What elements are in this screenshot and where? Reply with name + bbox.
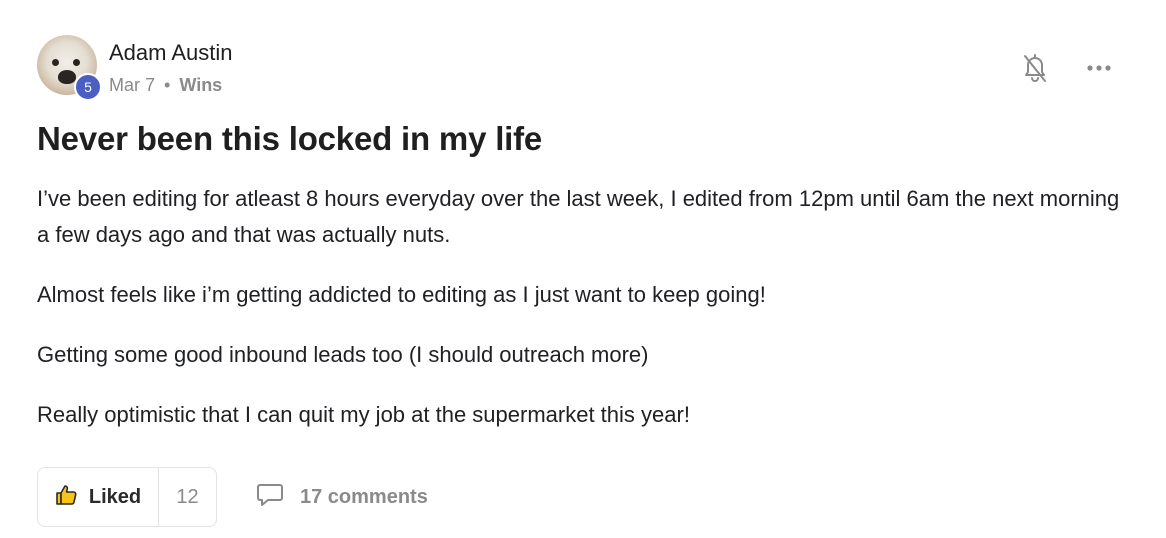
post-paragraph: Really optimistic that I can quit my job… [37,402,690,427]
post-date: Mar 7 [109,75,156,95]
post-title: Never been this locked in my life [37,120,543,157]
bell-off-icon[interactable] [1022,52,1048,84]
level-badge: 5 [74,73,102,101]
comments-button[interactable]: 17 comments [256,482,428,513]
post-meta: Mar 7 • Wins [109,75,222,96]
more-horizontal-icon[interactable] [1086,64,1112,72]
meta-separator: • [164,75,171,95]
comment-icon [256,482,284,513]
post-body: I’ve been editing for atleast 8 hours ev… [37,181,1132,457]
like-label: Liked [88,485,142,508]
author-name[interactable]: Adam Austin [109,40,233,66]
post-category[interactable]: Wins [179,75,222,95]
post-header-actions [1022,52,1112,84]
thumbs-up-icon [55,483,79,512]
like-count[interactable]: 12 [159,468,216,526]
like-button[interactable]: Liked [38,468,159,526]
post-paragraph: I’ve been editing for atleast 8 hours ev… [37,186,1120,247]
post-card: 5 Adam Austin Mar 7 • Wins Never been th… [0,0,1166,538]
author-avatar-wrap[interactable]: 5 [37,35,102,101]
post-paragraph: Getting some good inbound leads too (I s… [37,342,649,367]
post-paragraph: Almost feels like i’m getting addicted t… [37,282,766,307]
like-control: Liked 12 [37,467,217,527]
comments-label: 17 comments [300,486,428,508]
